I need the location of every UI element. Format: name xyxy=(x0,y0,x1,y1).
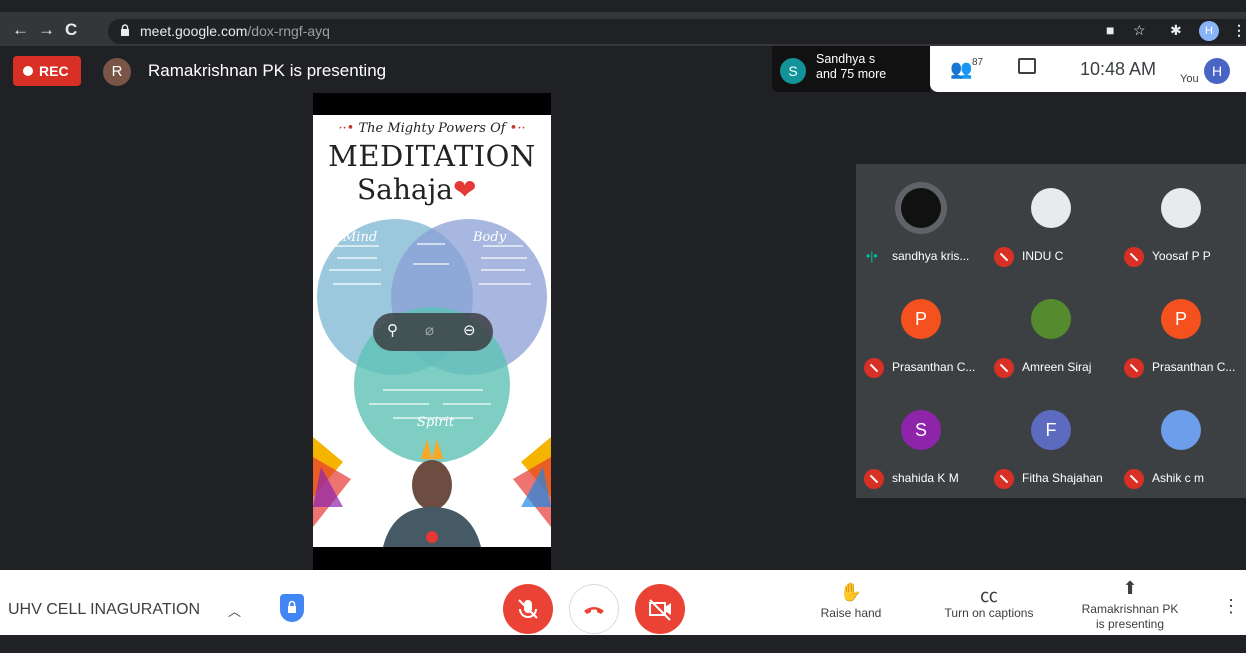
venn-body-label: Body xyxy=(473,230,507,245)
captions-icon: ㏄ xyxy=(980,586,998,606)
participant-name: Fitha Shajahan xyxy=(1022,471,1103,485)
participant-name: Ashik c m xyxy=(1152,471,1205,485)
hand-icon: ✋ xyxy=(839,582,863,602)
present-icon: ⬆ xyxy=(1122,578,1138,598)
mute-participant-icon[interactable]: ⌀ xyxy=(425,321,434,339)
browser-toolbar: ← → C meet.google.com/dox-rngf-ayq ■ ☆ ✱… xyxy=(0,0,1246,46)
venn-spirit-label: Spirit xyxy=(417,415,454,430)
participant-tile[interactable]: Ashik c m xyxy=(1116,386,1246,497)
url-text[interactable]: meet.google.com/dox-rngf-ayq xyxy=(140,23,330,39)
participant-name: Prasanthan C... xyxy=(892,360,976,374)
participant-avatar: P xyxy=(1161,299,1201,339)
participant-name: Amreen Siraj xyxy=(1022,360,1092,374)
participant-tile[interactable]: Yoosaf P P xyxy=(1116,164,1246,275)
participant-avatar xyxy=(1161,188,1201,228)
participant-grid: •|• sandhya kris... INDU C Yoosaf P P P Prasa… xyxy=(856,164,1246,498)
venn-illustration xyxy=(313,219,551,547)
participant-avatar xyxy=(1031,188,1071,228)
recording-badge: REC xyxy=(13,56,81,86)
mic-off-button[interactable] xyxy=(503,584,553,634)
forward-icon[interactable]: → xyxy=(38,20,55,40)
top-right-panel: S Sandhya s and 75 more 👥 87 10:48 AM Yo… xyxy=(772,46,1246,92)
muted-mic-icon xyxy=(994,247,1014,267)
profile-avatar[interactable]: H xyxy=(1199,21,1219,41)
active-speaker-chip[interactable]: S Sandhya s and 75 more xyxy=(772,46,930,92)
chat-icon[interactable] xyxy=(1018,58,1036,74)
muted-mic-icon xyxy=(864,358,884,378)
you-label: You xyxy=(1180,73,1199,85)
participant-tile[interactable]: Sshahida K M xyxy=(856,386,986,497)
participant-tile[interactable]: F Fitha Shajahan xyxy=(986,386,1116,497)
participant-name: sandhya kris... xyxy=(892,249,970,263)
participant-count: 87 xyxy=(972,57,984,68)
star-icon[interactable]: ☆ xyxy=(1133,22,1146,39)
reload-icon[interactable]: C xyxy=(65,20,77,40)
participant-name: Prasanthan C... xyxy=(1152,360,1236,374)
camera-off-button[interactable] xyxy=(635,584,685,634)
participant-tile[interactable]: Amreen Siraj xyxy=(986,275,1116,386)
muted-mic-icon xyxy=(994,469,1014,489)
hang-up-icon xyxy=(584,607,604,614)
participant-avatar: P xyxy=(901,299,941,339)
raise-hand-button[interactable]: ✋ Raise hand xyxy=(791,582,911,621)
camera-off-icon xyxy=(649,599,671,621)
participant-tile[interactable]: INDU C xyxy=(986,164,1116,275)
browser-menu-icon[interactable]: ⋮ xyxy=(1232,22,1246,39)
you-avatar[interactable]: H xyxy=(1204,58,1230,84)
participant-tile[interactable]: P Prasanthan C... xyxy=(856,275,986,386)
host-controls-shield-icon[interactable] xyxy=(280,594,304,622)
participant-avatar: S xyxy=(901,410,941,450)
present-now-button[interactable]: ⬆ Ramakrishnan PK is presenting xyxy=(1070,578,1190,632)
captions-button[interactable]: ㏄ Turn on captions xyxy=(929,582,1049,621)
poster-subtitle: Sahaja❤ xyxy=(357,173,477,206)
bottom-control-bar: UHV CELL INAGURATION ︿ ✋ Raise hand ㏄ Tu… xyxy=(0,570,1246,635)
people-icon[interactable]: 👥 xyxy=(950,59,972,80)
poster-tagline: ··• The Mighty Powers Of •·· xyxy=(338,121,526,136)
muted-mic-icon xyxy=(1124,358,1144,378)
poster-title: MEDITATION xyxy=(328,139,536,173)
mandala-right xyxy=(513,437,551,527)
pin-icon[interactable]: ⚲ xyxy=(387,321,398,339)
extensions-icon[interactable]: ✱ xyxy=(1170,22,1182,39)
speaker-avatar: S xyxy=(780,58,806,84)
back-icon[interactable]: ← xyxy=(12,20,29,40)
speaker-names: Sandhya s and 75 more xyxy=(816,52,887,81)
leave-call-button[interactable] xyxy=(569,584,619,634)
poster-image: ··• The Mighty Powers Of •·· MEDITATION … xyxy=(313,115,551,547)
meeting-title[interactable]: UHV CELL INAGURATION xyxy=(8,601,200,619)
muted-mic-icon xyxy=(864,469,884,489)
participant-name: shahida K M xyxy=(892,471,959,485)
meeting-stage: REC R Ramakrishnan PK is presenting S Sa… xyxy=(0,46,1246,570)
participant-name: INDU C xyxy=(1022,249,1064,263)
tab-strip xyxy=(0,0,1246,12)
more-options-icon[interactable]: ⋮ xyxy=(1222,596,1240,617)
muted-mic-icon xyxy=(1124,247,1144,267)
presentation-slide: ··• The Mighty Powers Of •·· MEDITATION … xyxy=(313,93,551,570)
remove-icon[interactable]: ⊖ xyxy=(463,321,476,339)
participant-tile[interactable]: •|• sandhya kris... xyxy=(856,164,986,275)
meeting-info-panel: 👥 87 10:48 AM You H xyxy=(930,46,1246,92)
chevron-up-icon[interactable]: ︿ xyxy=(228,601,241,620)
participant-avatar: F xyxy=(1031,410,1071,450)
presenting-label: Ramakrishnan PK is presenting xyxy=(148,61,387,80)
mandala-left xyxy=(313,437,351,527)
participant-tile[interactable]: P Prasanthan C... xyxy=(1116,275,1246,386)
participant-avatar xyxy=(1161,410,1201,450)
speaking-indicator-icon: •|• xyxy=(866,249,878,263)
muted-mic-icon xyxy=(1124,469,1144,489)
clock-time: 10:48 AM xyxy=(1080,59,1157,79)
camera-indicator-icon[interactable]: ■ xyxy=(1106,22,1114,38)
tile-hover-controls: ⚲ ⌀ ⊖ xyxy=(373,313,493,351)
mic-off-icon xyxy=(518,599,538,619)
participant-avatar xyxy=(901,188,941,228)
lock-icon xyxy=(121,24,129,36)
presenter-avatar: R xyxy=(103,58,131,86)
participant-avatar xyxy=(1031,299,1071,339)
muted-mic-icon xyxy=(994,358,1014,378)
venn-mind-label: Mind xyxy=(343,230,378,245)
participant-name: Yoosaf P P xyxy=(1152,249,1211,263)
